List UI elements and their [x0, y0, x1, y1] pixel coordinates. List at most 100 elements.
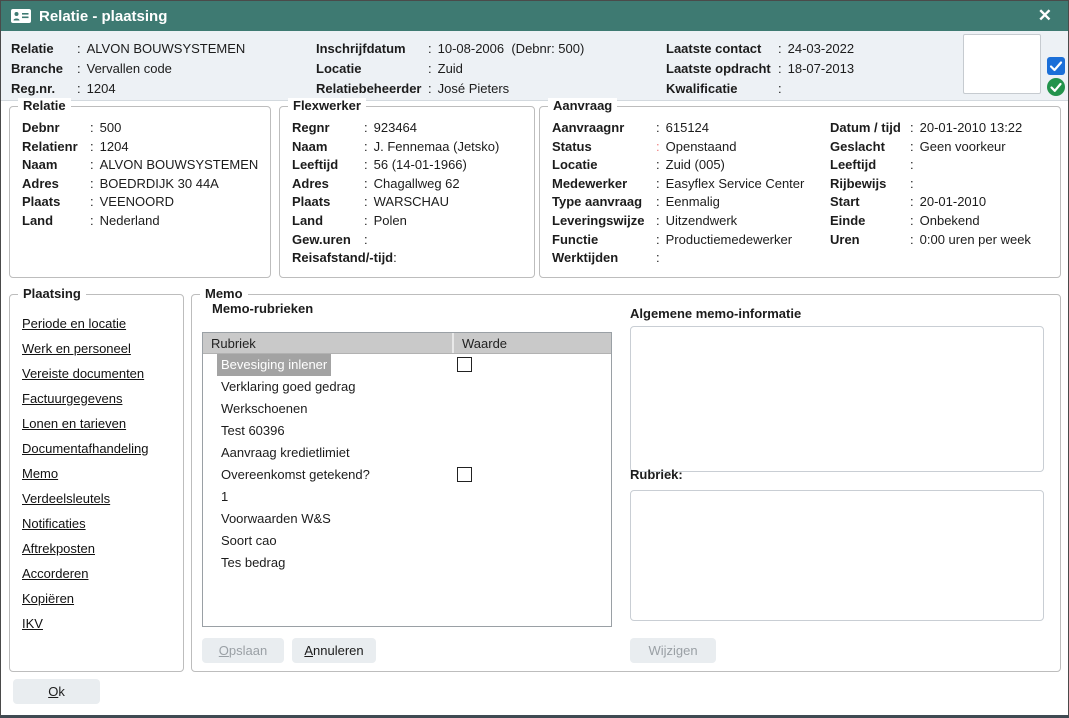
field-label: Status [552, 138, 656, 157]
photo-placeholder [963, 34, 1041, 94]
field-label: Werktijden [552, 249, 656, 268]
field-label: Adres [22, 175, 90, 194]
column-header-rubriek: Rubriek [203, 333, 454, 353]
field-label: Naam [22, 156, 90, 175]
field-value: José Pieters [438, 81, 510, 96]
nav-link-lonen-en-tarieven[interactable]: Lonen en tarieven [22, 411, 148, 436]
field-label: Aanvraagnr [552, 119, 656, 138]
memo-rubrieken-title: Memo-rubrieken [212, 301, 313, 316]
field-label: Medewerker [552, 175, 656, 194]
field-label: Rijbewijs [830, 175, 910, 194]
waarde-checkbox[interactable] [457, 357, 472, 372]
table-row[interactable]: Tes bedrag [203, 552, 611, 574]
field-value: 20-01-2010 [920, 194, 987, 209]
field-value: 923464 [374, 120, 417, 135]
table-row[interactable]: Soort cao [203, 530, 611, 552]
ok-button[interactable]: Ok [13, 679, 100, 704]
groupbox-flexwerker: Flexwerker Regnr923464 NaamJ. Fennemaa (… [279, 106, 535, 278]
groupbox-legend: Relatie [18, 98, 71, 113]
nav-link-periode-en-locatie[interactable]: Periode en locatie [22, 311, 148, 336]
table-row[interactable]: 1 [203, 486, 611, 508]
title-bar: Relatie - plaatsing ✕ [1, 1, 1068, 31]
field-value: 1204 [87, 81, 116, 96]
field-label: Debnr [22, 119, 90, 138]
groupbox-relatie: Relatie Debnr500 Relatienr1204 NaamALVON… [9, 106, 271, 278]
field-label: Leveringswijze [552, 212, 656, 231]
field-value: BOEDRDIJK 30 44A [100, 176, 219, 191]
field-label: Locatie [552, 156, 656, 175]
aanvraag-left-column: Aanvraagnr615124 StatusOpenstaand Locati… [552, 119, 804, 268]
table-header-row: Rubriek Waarde [203, 333, 611, 354]
field-value: Nederland [100, 213, 160, 228]
field-value: 18-07-2013 [788, 61, 855, 76]
groupbox-aanvraag: Aanvraag Aanvraagnr615124 StatusOpenstaa… [539, 106, 1061, 278]
field-label: Plaats [292, 193, 364, 212]
nav-link-kopieren[interactable]: Kopiëren [22, 586, 148, 611]
field-value: 10-08-2006 (Debnr: 500) [438, 41, 585, 56]
nav-link-memo[interactable]: Memo [22, 461, 148, 486]
table-row[interactable]: Test 60396 [203, 420, 611, 442]
plaatsing-nav: Periode en locatie Werk en personeel Ver… [22, 311, 148, 636]
groupbox-legend: Flexwerker [288, 98, 366, 113]
field-value: Zuid [438, 61, 463, 76]
field-label: Type aanvraag [552, 193, 656, 212]
close-icon[interactable]: ✕ [1032, 6, 1058, 26]
field-value: Polen [374, 213, 407, 228]
groupbox-plaatsing: Plaatsing Periode en locatie Werk en per… [9, 294, 184, 672]
nav-link-accorderen[interactable]: Accorderen [22, 561, 148, 586]
nav-link-documentafhandeling[interactable]: Documentafhandeling [22, 436, 148, 461]
table-row[interactable]: Aanvraag kredietlimiet [203, 442, 611, 464]
nav-link-aftrekposten[interactable]: Aftrekposten [22, 536, 148, 561]
table-row[interactable]: Bevesiging inlener [203, 354, 611, 376]
groupbox-legend: Aanvraag [548, 98, 617, 113]
field-label: Einde [830, 212, 910, 231]
groupbox-legend: Memo [200, 286, 248, 301]
field-label: Relatiebeheerder [316, 79, 428, 99]
nav-link-ikv[interactable]: IKV [22, 611, 148, 636]
field-value: Vervallen code [87, 61, 172, 76]
field-label: Leeftijd [830, 156, 910, 175]
field-label: Datum / tijd [830, 119, 910, 138]
field-label: Relatienr [22, 138, 90, 157]
nav-link-factuurgegevens[interactable]: Factuurgegevens [22, 386, 148, 411]
field-value: Zuid (005) [666, 157, 725, 172]
field-label: Adres [292, 175, 364, 194]
nav-link-notificaties[interactable]: Notificaties [22, 511, 148, 536]
rubriek-textarea[interactable] [630, 490, 1044, 621]
field-value: Easyflex Service Center [666, 176, 805, 191]
waarde-checkbox[interactable] [457, 467, 472, 482]
field-value: 1204 [100, 139, 129, 154]
field-label: Start [830, 193, 910, 212]
algemene-memo-textarea[interactable] [630, 326, 1044, 472]
field-label: Laatste opdracht [666, 59, 778, 79]
groupbox-legend: Plaatsing [18, 286, 86, 301]
field-label: Functie [552, 231, 656, 250]
wijzigen-button[interactable]: Wijzigen [630, 638, 716, 663]
header-col-inschrijving: Inschrijfdatum10-08-2006 (Debnr: 500) Lo… [316, 39, 584, 99]
field-label: Gew.uren [292, 231, 364, 250]
field-label: Leeftijd [292, 156, 364, 175]
nav-link-verdeelsleutels[interactable]: Verdeelsleutels [22, 486, 148, 511]
table-row[interactable]: Verklaring goed gedrag [203, 376, 611, 398]
green-check-icon [1047, 78, 1065, 96]
field-value: ALVON BOUWSYSTEMEN [87, 41, 246, 56]
table-row[interactable]: Voorwaarden W&S [203, 508, 611, 530]
column-header-waarde: Waarde [454, 333, 611, 353]
table-row[interactable]: Werkschoenen [203, 398, 611, 420]
field-value: 500 [100, 120, 122, 135]
field-value: J. Fennemaa (Jetsko) [374, 139, 500, 154]
field-label: Land [292, 212, 364, 231]
header-info: RelatieALVON BOUWSYSTEMEN BrancheVervall… [1, 31, 1068, 101]
annuleren-button[interactable]: Annuleren [292, 638, 376, 663]
field-label: Uren [830, 231, 910, 250]
field-value: VEENOORD [100, 194, 174, 209]
table-row[interactable]: Overeenkomst getekend? [203, 464, 611, 486]
field-label: Locatie [316, 59, 428, 79]
memo-rubrieken-table: Rubriek Waarde Bevesiging inlener Verkla… [202, 332, 612, 627]
field-value: Productiemedewerker [666, 232, 792, 247]
field-label: Naam [292, 138, 364, 157]
rubriek-label: Rubriek: [630, 467, 683, 482]
nav-link-vereiste-documenten[interactable]: Vereiste documenten [22, 361, 148, 386]
nav-link-werk-en-personeel[interactable]: Werk en personeel [22, 336, 148, 361]
opslaan-button[interactable]: Opslaan [202, 638, 284, 663]
